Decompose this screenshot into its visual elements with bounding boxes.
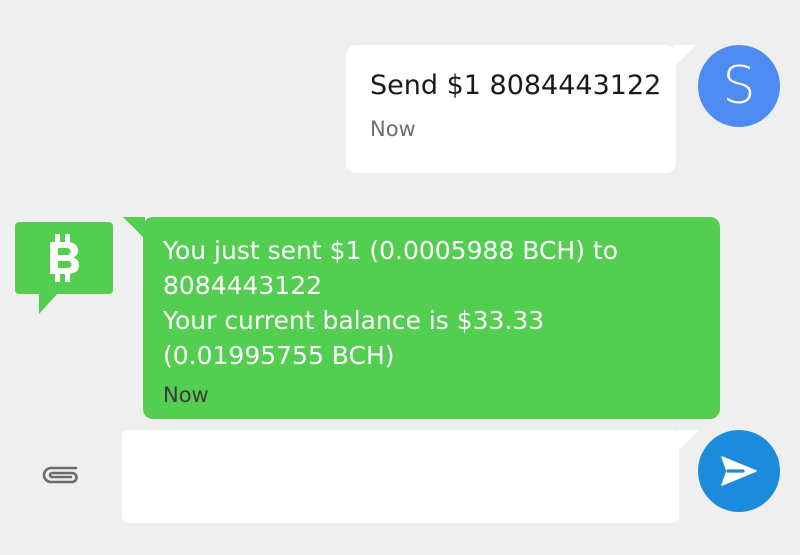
incoming-message-line: 8084443122 xyxy=(163,271,323,300)
incoming-message-bubble: You just sent $1 (0.0005988 BCH) to 8084… xyxy=(123,217,720,419)
send-button[interactable] xyxy=(698,430,780,512)
incoming-message-line: (0.01995755 BCH) xyxy=(163,341,395,370)
avatar-letter: S xyxy=(722,56,756,116)
send-icon xyxy=(721,456,757,486)
incoming-message-line: Your current balance is $33.33 xyxy=(163,306,545,335)
message-input[interactable] xyxy=(122,430,679,523)
incoming-message-line: You just sent $1 (0.0005988 BCH) to xyxy=(163,236,619,265)
outgoing-message-bubble: Send $1 8084443122 Now xyxy=(346,45,696,173)
incoming-message-time: Now xyxy=(163,383,209,407)
avatar: S xyxy=(698,45,780,127)
message-input-tail xyxy=(677,430,699,452)
outgoing-message-time: Now xyxy=(370,117,416,141)
bitcoin-cash-icon xyxy=(15,222,113,314)
paperclip-icon[interactable] xyxy=(38,460,82,490)
outgoing-message-text: Send $1 8084443122 xyxy=(370,70,662,101)
